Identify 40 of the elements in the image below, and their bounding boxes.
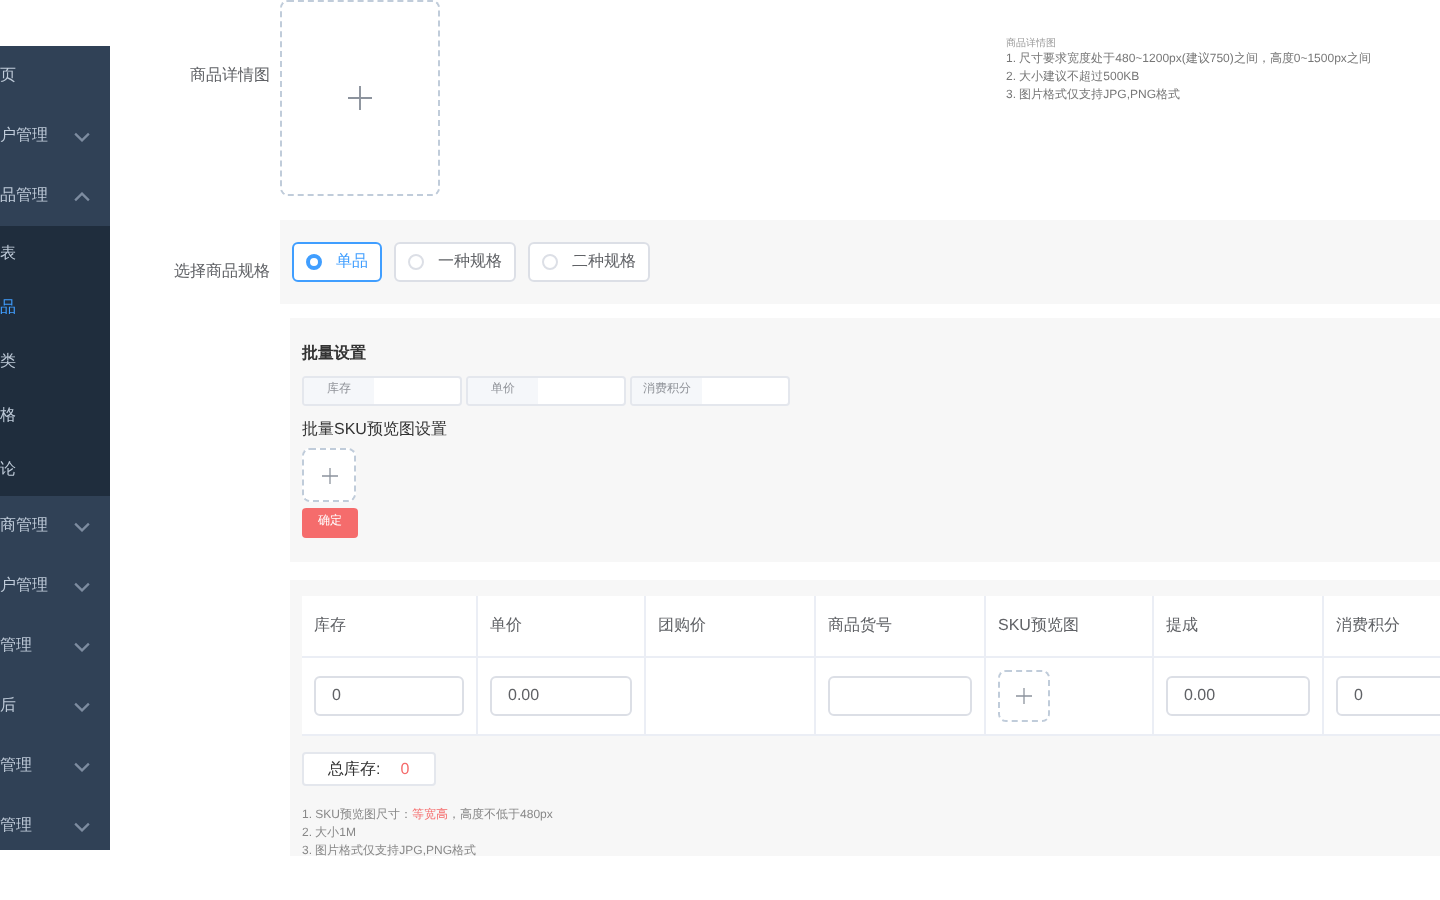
total-value: 0 xyxy=(400,757,410,781)
input-field[interactable]: 0 xyxy=(314,676,464,716)
upload-box[interactable] xyxy=(302,448,356,502)
upload-box[interactable] xyxy=(998,670,1050,722)
column-header: SKU预览图 xyxy=(986,596,1154,658)
sidebar-item[interactable]: 管理 xyxy=(0,796,110,850)
sidebar-item[interactable]: 户管理 xyxy=(0,556,110,616)
column-header: 消费积分 xyxy=(1324,596,1440,658)
column-header: 库存 xyxy=(302,596,478,658)
column-header: 单价 xyxy=(478,596,646,658)
plus-icon xyxy=(348,86,372,110)
sidebar-subitem[interactable]: 品 xyxy=(0,280,110,334)
radio-option[interactable]: 二种规格 xyxy=(528,242,650,282)
input-field[interactable]: 0.00 xyxy=(1166,676,1310,716)
sidebar-item[interactable]: 管理 xyxy=(0,736,110,796)
column-header: 提成 xyxy=(1154,596,1324,658)
sidebar-subitem[interactable]: 格 xyxy=(0,388,110,442)
column-header: 商品货号 xyxy=(816,596,986,658)
sidebar-item[interactable]: 商管理 xyxy=(0,496,110,556)
upload-box[interactable] xyxy=(280,0,440,196)
sidebar-item[interactable]: 后 xyxy=(0,676,110,736)
sidebar-subitem[interactable]: 类 xyxy=(0,334,110,388)
field-label: 选择商品规格 xyxy=(174,262,270,280)
sidebar-subitem[interactable]: 论 xyxy=(0,442,110,496)
section-title: 批量设置 xyxy=(302,342,366,366)
plus-icon xyxy=(321,467,337,483)
radio-option[interactable]: 一种规格 xyxy=(394,242,516,282)
input-field[interactable]: 0 xyxy=(1336,676,1440,716)
sidebar-item[interactable]: 户管理 xyxy=(0,106,110,166)
input-field[interactable] xyxy=(828,676,972,716)
sidebar-item[interactable]: 管理 xyxy=(0,616,110,676)
total-label: 总库存: xyxy=(328,757,381,781)
section-title: 批量SKU预览图设置 xyxy=(302,418,447,442)
sidebar-subitem[interactable]: 表 xyxy=(0,226,110,280)
input-field[interactable]: 0.00 xyxy=(490,676,632,716)
sidebar-item[interactable]: 品管理 xyxy=(0,166,110,226)
column-header: 团购价 xyxy=(646,596,816,658)
plus-icon xyxy=(1016,688,1032,704)
field-label: 商品详情图 xyxy=(190,66,270,84)
sidebar-item[interactable]: 页 xyxy=(0,46,110,106)
